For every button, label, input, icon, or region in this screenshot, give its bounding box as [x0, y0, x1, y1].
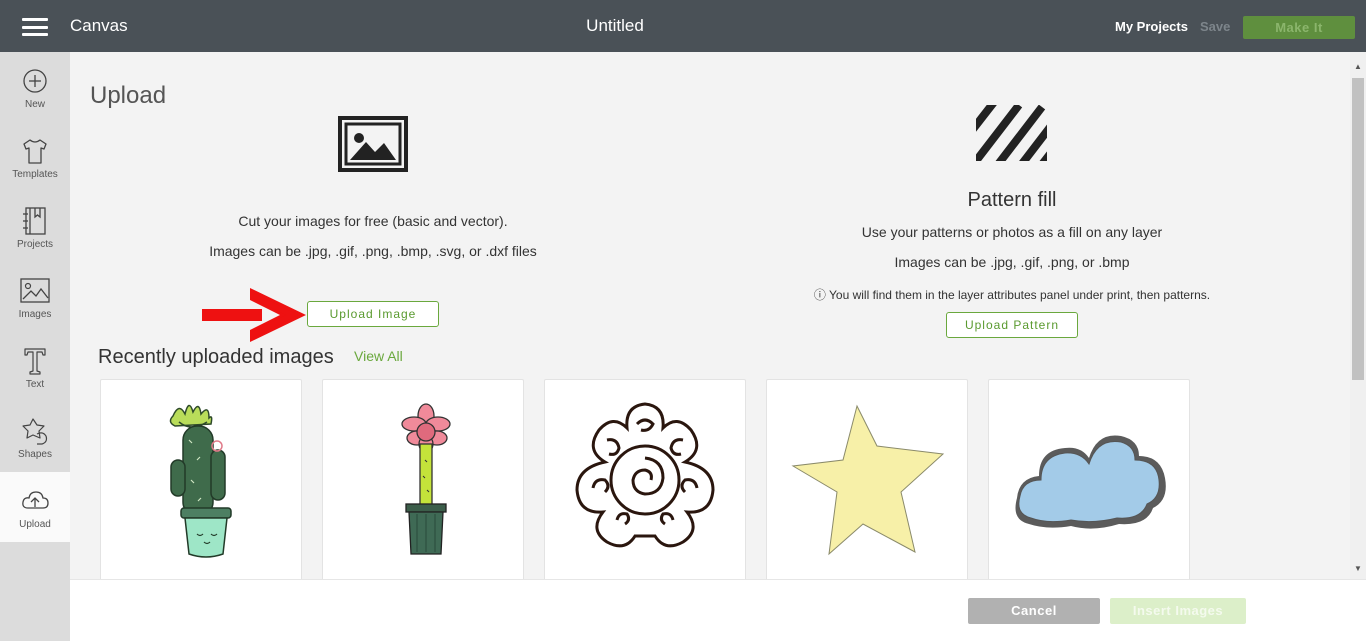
- recent-uploads-title: Recently uploaded images: [98, 346, 334, 368]
- page-title: Upload: [90, 82, 167, 109]
- plus-circle-icon: [23, 69, 47, 93]
- upload-pattern-button[interactable]: Upload Pattern: [946, 312, 1078, 338]
- document-title: Untitled: [586, 16, 644, 35]
- cactus-image: [169, 404, 232, 558]
- text-t-icon: [24, 348, 46, 375]
- footer-bar: Cancel Insert Images: [70, 579, 1366, 641]
- upload-file-types: Images can be .jpg, .gif, .png, .bmp, .s…: [209, 243, 537, 259]
- red-arrow-icon: [202, 288, 306, 342]
- cancel-button[interactable]: Cancel: [968, 598, 1100, 624]
- sidebar-item-label: Images: [18, 309, 52, 320]
- upload-image-icon: [338, 116, 408, 172]
- sidebar-item-text[interactable]: Text: [0, 332, 70, 402]
- cloud-image: [1015, 435, 1166, 529]
- tshirt-icon: [23, 139, 47, 164]
- make-it-button[interactable]: Make It: [1243, 16, 1355, 39]
- recent-image-star[interactable]: [766, 379, 968, 579]
- sidebar-item-projects[interactable]: Projects: [0, 192, 70, 262]
- sidebar-item-label: Shapes: [18, 449, 52, 460]
- sidebar-item-label: Templates: [12, 169, 58, 180]
- mandala-image: [575, 402, 715, 548]
- star-image: [791, 404, 945, 556]
- sidebar-item-label: Upload: [19, 519, 51, 530]
- sidebar-item-upload[interactable]: Upload: [0, 472, 70, 542]
- scroll-thumb[interactable]: [1352, 78, 1364, 380]
- bookmark-book-icon: [23, 207, 46, 235]
- upload-image-button[interactable]: Upload Image: [307, 301, 439, 327]
- recent-image-flower[interactable]: [322, 379, 524, 579]
- upload-description: Cut your images for free (basic and vect…: [238, 213, 508, 229]
- view-all-link[interactable]: View All: [354, 348, 403, 364]
- pattern-stripes-icon: [976, 105, 1047, 161]
- scroll-down-arrow-icon[interactable]: ▼: [1350, 564, 1366, 574]
- shapes-icon: [22, 418, 48, 445]
- pattern-description: Use your patterns or photos as a fill on…: [861, 224, 1163, 240]
- sidebar-item-shapes[interactable]: Shapes: [0, 402, 70, 472]
- image-icon: [20, 278, 50, 303]
- pattern-file-types: Images can be .jpg, .gif, .png, or .bmp: [894, 254, 1130, 270]
- scroll-up-arrow-icon[interactable]: ▲: [1350, 62, 1366, 72]
- sidebar-item-label: New: [24, 99, 45, 110]
- cloud-upload-icon: [22, 491, 49, 509]
- top-bar: Canvas Untitled My Projects Save Make It: [0, 0, 1366, 52]
- my-projects-link[interactable]: My Projects: [1115, 19, 1188, 34]
- sidebar: New Templates Projects Images Text Shape…: [0, 52, 70, 641]
- pattern-info-note: ⓘ You will find them in the layer attrib…: [813, 288, 1211, 302]
- sidebar-item-new[interactable]: New: [0, 52, 70, 122]
- sidebar-item-label: Projects: [16, 239, 54, 250]
- flower-pot-image: [401, 403, 451, 555]
- pattern-fill-title: Pattern fill: [967, 189, 1057, 211]
- sidebar-item-templates[interactable]: Templates: [0, 122, 70, 192]
- insert-images-button[interactable]: Insert Images: [1110, 598, 1246, 624]
- save-button[interactable]: Save: [1200, 19, 1230, 34]
- sidebar-item-images[interactable]: Images: [0, 262, 70, 332]
- upload-panel: Upload Cut your images for free (basic a…: [70, 52, 1350, 579]
- recent-image-cloud[interactable]: [988, 379, 1190, 579]
- recent-image-mandala[interactable]: [544, 379, 746, 579]
- recent-image-cactus[interactable]: [100, 379, 302, 579]
- vertical-scrollbar[interactable]: ▲ ▼: [1350, 52, 1366, 579]
- sidebar-item-label: Text: [25, 379, 45, 390]
